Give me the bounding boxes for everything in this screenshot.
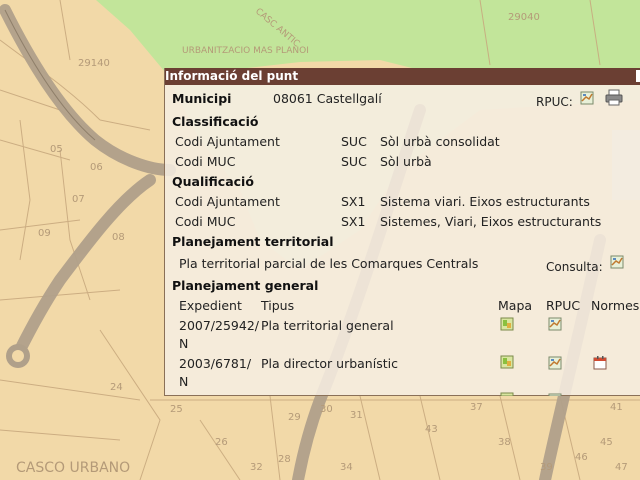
popup-title: Informació del punt (165, 68, 640, 85)
label-26: 26 (215, 437, 228, 448)
qual-row-1-desc: Sistema viari. Eixos estructurants (380, 194, 590, 209)
label-39: 39 (540, 462, 553, 473)
label-47: 47 (615, 462, 628, 473)
label-37: 37 (470, 402, 483, 413)
label-32: 32 (250, 462, 263, 473)
row-2-expedient-line2: N (179, 374, 189, 389)
label-30: 30 (320, 404, 333, 415)
rpuc-document-icon[interactable] (548, 356, 562, 370)
map-layer-icon-partial[interactable] (500, 392, 514, 396)
row-1-tipus: Pla territorial general (261, 318, 394, 333)
label-casco-urbano: CASCO URBANO (16, 460, 130, 476)
label-41: 41 (610, 402, 623, 413)
rpuc-map-icon[interactable] (580, 91, 594, 105)
label-06: 06 (90, 162, 103, 173)
class-row-2-desc: Sòl urbà (380, 154, 432, 169)
class-row-1-label: Codi Ajuntament (175, 134, 280, 149)
label-31: 31 (350, 410, 363, 421)
col-normes: Normes (591, 298, 640, 313)
territorial-plan: Pla territorial parcial de les Comarques… (179, 256, 479, 271)
qual-row-2-code: SX1 (341, 214, 366, 229)
label-34: 34 (340, 462, 353, 473)
label-urbanitzacio: URBANITZACIO MAS PLANOI (182, 46, 309, 56)
qual-row-2-desc: Sistemes, Viari, Eixos estructurants (380, 214, 602, 229)
col-expedient: Expedient (179, 298, 242, 313)
label-45: 45 (600, 437, 613, 448)
label-25: 25 (170, 404, 183, 415)
label-29040: 29040 (508, 12, 540, 23)
label-43: 43 (425, 424, 438, 435)
label-29140: 29140 (78, 58, 110, 69)
label-29: 29 (288, 412, 301, 423)
map-layer-icon[interactable] (500, 355, 514, 369)
col-mapa: Mapa (498, 298, 533, 313)
label-08: 08 (112, 232, 125, 243)
class-row-1-code: SUC (341, 134, 367, 149)
col-rpuc: RPUC (546, 298, 581, 313)
label-05: 05 (50, 144, 63, 155)
class-row-2-label: Codi MUC (175, 154, 236, 169)
row-1-expedient-line1: 2007/25942/ (179, 318, 259, 333)
row-2-expedient-line1: 2003/6781/ (179, 356, 252, 371)
normes-calendar-icon[interactable] (593, 356, 607, 370)
col-tipus: Tipus (261, 298, 295, 313)
qual-row-2-label: Codi MUC (175, 214, 236, 229)
consulta-icon[interactable] (610, 255, 624, 269)
label-38: 38 (498, 437, 511, 448)
municipi-label: Municipi (172, 91, 232, 106)
close-icon[interactable] (636, 70, 640, 82)
class-row-2-code: SUC (341, 154, 367, 169)
qual-row-1-label: Codi Ajuntament (175, 194, 280, 209)
point-info-popup: Informació del punt Municipi 08061 Caste… (164, 68, 640, 396)
qualificacio-heading: Qualificació (172, 174, 254, 189)
label-24: 24 (110, 382, 123, 393)
classificacio-heading: Classificació (172, 114, 259, 129)
territorial-heading: Planejament territorial (172, 234, 334, 249)
municipi-value: 08061 Castellgalí (273, 91, 382, 106)
consulta-label: Consulta: (546, 260, 603, 274)
label-09: 09 (38, 228, 51, 239)
class-row-1-desc: Sòl urbà consolidat (380, 134, 500, 149)
row-2-tipus: Pla director urbanístic (261, 356, 398, 371)
label-46: 46 (575, 452, 588, 463)
map-layer-icon[interactable] (500, 317, 514, 331)
qual-row-1-code: SX1 (341, 194, 366, 209)
general-heading: Planejament general (172, 278, 319, 293)
rpuc-document-icon[interactable] (548, 317, 562, 331)
rpuc-label: RPUC: (536, 95, 573, 109)
popup-title-text: Informació del punt (165, 69, 299, 83)
print-icon[interactable] (605, 89, 623, 106)
label-28: 28 (278, 454, 291, 465)
row-1-expedient-line2: N (179, 336, 189, 351)
rpuc-document-icon-partial[interactable] (548, 393, 562, 396)
label-07: 07 (72, 194, 85, 205)
